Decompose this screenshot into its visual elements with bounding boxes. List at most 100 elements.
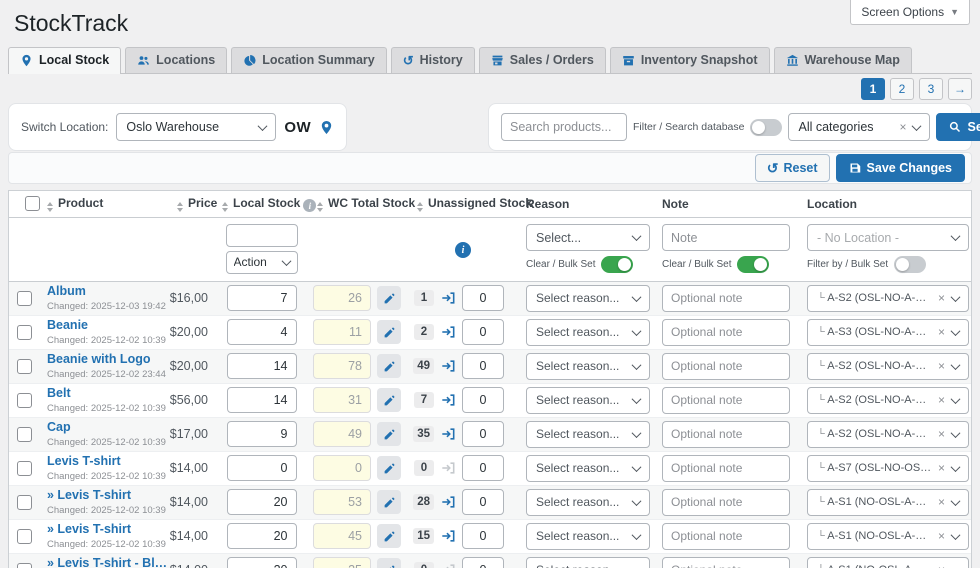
local-stock-input[interactable] — [226, 489, 297, 515]
info-icon[interactable]: i — [303, 199, 317, 212]
note-input[interactable] — [662, 488, 790, 516]
assign-quantity-input[interactable] — [462, 387, 504, 413]
assign-arrow-icon[interactable] — [441, 563, 455, 568]
row-checkbox[interactable] — [17, 494, 32, 510]
tab-local-stock[interactable]: Local Stock — [8, 47, 122, 74]
edit-stock-button[interactable] — [377, 286, 401, 310]
bulk-action-select[interactable]: Action — [225, 250, 298, 274]
tab-sales-orders[interactable]: Sales / Orders — [478, 47, 606, 73]
edit-stock-button[interactable] — [377, 422, 401, 446]
location-select[interactable]: └ A-S2 (OSL-NO-A-S2) × — [807, 284, 969, 312]
assign-quantity-input[interactable] — [462, 523, 504, 549]
note-input[interactable] — [662, 318, 790, 346]
tab-history[interactable]: ↺ History — [390, 47, 475, 73]
product-link[interactable]: Belt — [39, 386, 169, 402]
note-input[interactable] — [662, 284, 790, 312]
product-link[interactable]: Beanie — [39, 318, 169, 334]
header-unassigned-stock[interactable]: Unassigned Stock — [409, 191, 532, 218]
category-select[interactable]: All categories × — [788, 113, 931, 141]
reason-select[interactable]: Select reason... — [526, 454, 650, 482]
tab-locations[interactable]: Locations — [125, 47, 228, 73]
location-select[interactable]: └ A-S2 (OSL-NO-A-S2) × — [807, 420, 969, 448]
product-link[interactable]: Cap — [39, 420, 169, 436]
location-switch-select[interactable]: Oslo Warehouse — [116, 113, 277, 141]
local-stock-input[interactable] — [226, 455, 297, 481]
tab-inventory-snapshot[interactable]: Inventory Snapshot — [609, 47, 770, 73]
local-stock-input[interactable] — [226, 319, 297, 345]
row-checkbox[interactable] — [17, 358, 32, 374]
next-page-button[interactable]: → — [948, 78, 972, 100]
note-input[interactable] — [662, 522, 790, 550]
search-button[interactable]: Search — [936, 113, 980, 141]
local-stock-input[interactable] — [226, 523, 297, 549]
tab-location-summary[interactable]: Location Summary — [231, 47, 387, 73]
row-checkbox[interactable] — [17, 290, 32, 306]
assign-arrow-icon[interactable] — [441, 461, 455, 475]
edit-stock-button[interactable] — [377, 354, 401, 378]
edit-stock-button[interactable] — [377, 524, 401, 548]
edit-stock-button[interactable] — [377, 320, 401, 344]
edit-stock-button[interactable] — [377, 388, 401, 412]
reason-select[interactable]: Select reason... — [526, 522, 650, 550]
reason-select[interactable]: Select reason... — [526, 488, 650, 516]
product-link[interactable]: Levis T-shirt — [39, 454, 169, 470]
clear-category-icon[interactable]: × — [899, 121, 906, 133]
header-price[interactable]: Price — [169, 191, 217, 218]
local-stock-input[interactable] — [226, 387, 297, 413]
clear-location-icon[interactable]: × — [938, 394, 945, 406]
note-input[interactable] — [662, 386, 790, 414]
clear-location-icon[interactable]: × — [938, 292, 945, 304]
note-input[interactable] — [662, 420, 790, 448]
row-checkbox[interactable] — [17, 460, 32, 476]
location-select[interactable]: └ A-S1 (NO-OSL-A-S1) × — [807, 522, 969, 550]
page-button-2[interactable]: 2 — [890, 78, 914, 100]
note-input[interactable] — [662, 352, 790, 380]
save-changes-button[interactable]: Save Changes — [835, 154, 965, 182]
local-stock-input[interactable] — [226, 285, 297, 311]
clear-location-icon[interactable]: × — [938, 496, 945, 508]
search-input[interactable] — [501, 113, 627, 141]
product-link[interactable]: Album — [39, 284, 169, 300]
row-checkbox[interactable] — [17, 324, 32, 340]
assign-quantity-input[interactable] — [462, 353, 504, 379]
assign-arrow-icon[interactable] — [441, 393, 455, 407]
clear-location-icon[interactable]: × — [938, 360, 945, 372]
bulk-note-input[interactable] — [662, 224, 790, 251]
product-link[interactable]: Beanie with Logo — [39, 352, 169, 368]
header-product[interactable]: Product — [39, 191, 169, 218]
local-stock-input[interactable] — [226, 421, 297, 447]
local-stock-input[interactable] — [226, 557, 297, 568]
page-button-3[interactable]: 3 — [919, 78, 943, 100]
filter-search-db-toggle[interactable] — [750, 118, 783, 136]
reason-select[interactable]: Select reason... — [526, 386, 650, 414]
row-checkbox[interactable] — [17, 562, 32, 568]
row-checkbox[interactable] — [17, 528, 32, 544]
reason-select[interactable]: Select reason... — [526, 420, 650, 448]
assign-arrow-icon[interactable] — [441, 291, 455, 305]
assign-arrow-icon[interactable] — [441, 325, 455, 339]
edit-stock-button[interactable] — [377, 456, 401, 480]
clear-location-icon[interactable]: × — [938, 564, 945, 568]
local-stock-input[interactable] — [226, 353, 297, 379]
header-local-stock[interactable]: Local Stock i — [214, 191, 317, 218]
bulk-reason-select[interactable]: Select... — [526, 224, 650, 251]
screen-options-button[interactable]: Screen Options ▼ — [850, 0, 970, 25]
tab-warehouse-map[interactable]: Warehouse Map — [773, 47, 912, 73]
product-link[interactable]: » Levis T-shirt — [39, 522, 169, 538]
edit-stock-button[interactable] — [377, 490, 401, 514]
assign-quantity-input[interactable] — [462, 557, 504, 568]
clear-location-icon[interactable]: × — [938, 530, 945, 542]
location-select[interactable]: └ A-S2 (OSL-NO-A-S2) × — [807, 386, 969, 414]
note-bulk-toggle[interactable] — [737, 256, 770, 273]
assign-quantity-input[interactable] — [462, 319, 504, 345]
reason-select[interactable]: Select reason... — [526, 284, 650, 312]
assign-arrow-icon[interactable] — [441, 359, 455, 373]
assign-quantity-input[interactable] — [462, 455, 504, 481]
page-button-1[interactable]: 1 — [861, 78, 885, 100]
product-link[interactable]: » Levis T-shirt - Blue — [39, 556, 169, 568]
clear-location-icon[interactable]: × — [938, 462, 945, 474]
clear-location-icon[interactable]: × — [938, 326, 945, 338]
location-select[interactable]: └ A-S7 (OSL-NO-OSL-A-S7) × — [807, 454, 969, 482]
reason-select[interactable]: Select reason... — [526, 556, 650, 568]
assign-quantity-input[interactable] — [462, 421, 504, 447]
